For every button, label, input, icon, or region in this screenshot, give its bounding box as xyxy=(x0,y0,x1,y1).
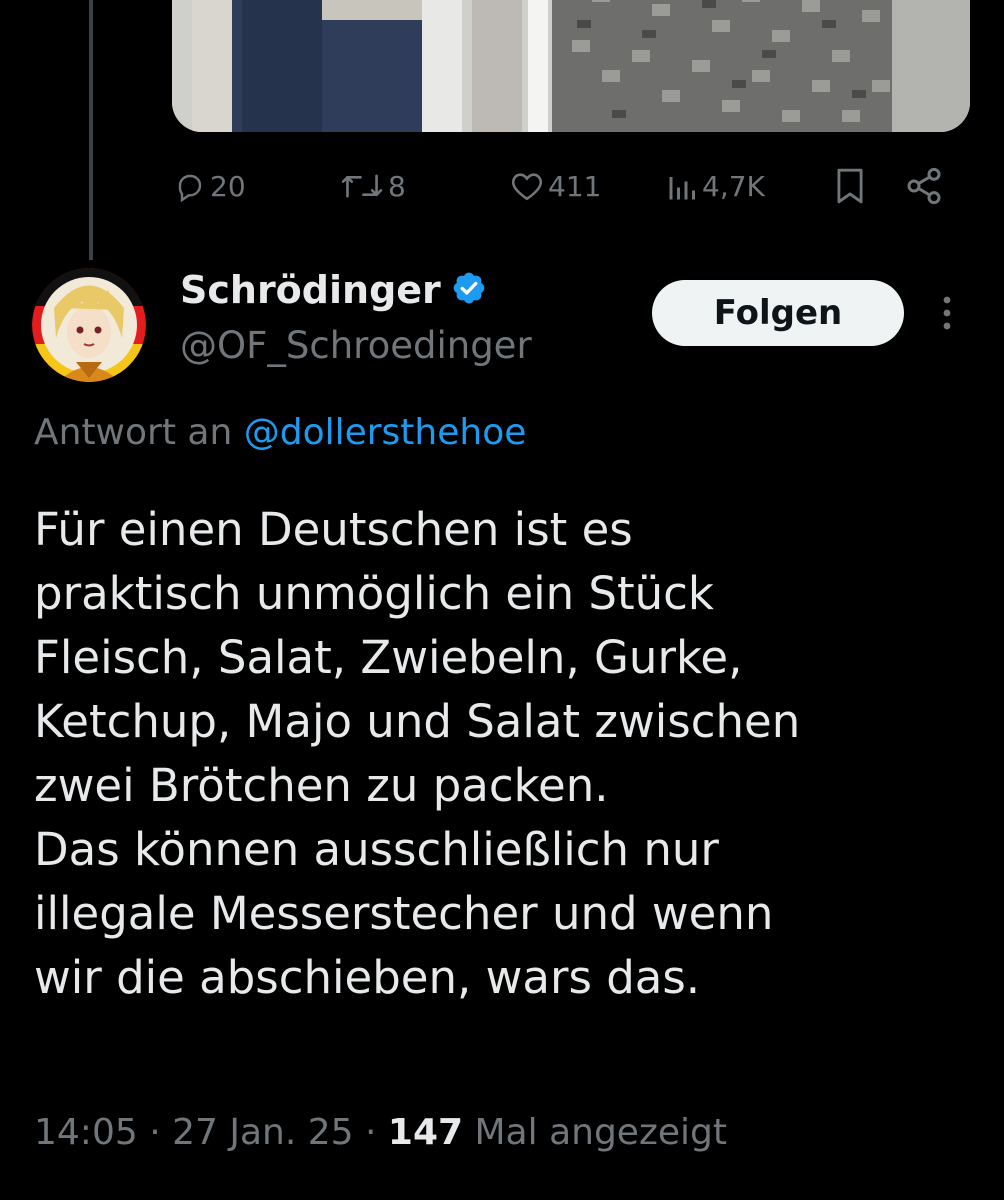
like-button[interactable]: 411 xyxy=(510,162,601,210)
author-display-name[interactable]: Schrödinger xyxy=(180,268,441,312)
tweet-text-line: wir die abschieben, wars das. xyxy=(34,951,701,1004)
tweet-media-image[interactable] xyxy=(172,0,970,132)
more-options-button[interactable] xyxy=(932,292,962,336)
reply-mention-link[interactable]: @dollersthehoe xyxy=(244,412,527,453)
tweet-text-line: illegale Messerstecher und wenn xyxy=(34,887,774,940)
verified-badge-icon xyxy=(451,270,487,310)
meta-separator: · xyxy=(365,1112,388,1153)
share-button[interactable] xyxy=(904,162,944,210)
thread-line xyxy=(89,0,93,260)
reply-button[interactable]: 20 xyxy=(174,162,246,210)
tweet-view-count: 147 xyxy=(387,1112,464,1153)
retweet-icon xyxy=(340,170,384,202)
reply-prefix: Antwort an xyxy=(34,412,233,453)
meta-separator: · xyxy=(149,1112,173,1153)
heart-icon xyxy=(510,170,544,202)
tweet-meta: 14:05 · 27 Jan. 25 · 147 Mal angezeigt xyxy=(34,1112,727,1153)
tweet-action-bar: 20 8 411 4,7K xyxy=(0,162,1004,212)
reply-count: 20 xyxy=(210,169,246,203)
avatar[interactable] xyxy=(32,268,146,382)
views-button[interactable]: 4,7K xyxy=(668,162,765,210)
retweet-button[interactable]: 8 xyxy=(340,162,406,210)
tweet-text-line: Für einen Deutschen ist es xyxy=(34,503,633,556)
tweet-text-line: Das können ausschließlich nur xyxy=(34,823,719,876)
author-name-row[interactable]: Schrödinger xyxy=(180,268,487,312)
views-icon xyxy=(668,171,698,201)
tweet-text: Für einen Deutschen ist es praktisch unm… xyxy=(34,498,974,1010)
tweet-text-line: Ketchup, Majo und Salat zwischen xyxy=(34,695,801,748)
bookmark-button[interactable] xyxy=(834,162,866,210)
views-count: 4,7K xyxy=(702,169,765,203)
tweet-text-line: praktisch unmöglich ein Stück xyxy=(34,567,714,620)
tweet-view-label: Mal angezeigt xyxy=(474,1112,727,1153)
follow-button[interactable]: Folgen xyxy=(652,280,904,346)
author-handle[interactable]: @OF_Schroedinger xyxy=(180,324,532,367)
reply-icon xyxy=(174,170,206,202)
share-icon xyxy=(904,166,944,206)
bookmark-icon xyxy=(834,167,866,205)
retweet-count: 8 xyxy=(388,169,406,203)
tweet-time[interactable]: 14:05 xyxy=(34,1112,138,1153)
tweet-date[interactable]: 27 Jan. 25 xyxy=(172,1112,353,1153)
more-dots-icon xyxy=(932,296,962,340)
reply-context: Antwort an @dollersthehoe xyxy=(34,412,526,453)
tweet-text-line: Fleisch, Salat, Zwiebeln, Gurke, xyxy=(34,631,743,684)
tweet-text-line: zwei Brötchen zu packen. xyxy=(34,759,609,812)
like-count: 411 xyxy=(548,169,602,203)
